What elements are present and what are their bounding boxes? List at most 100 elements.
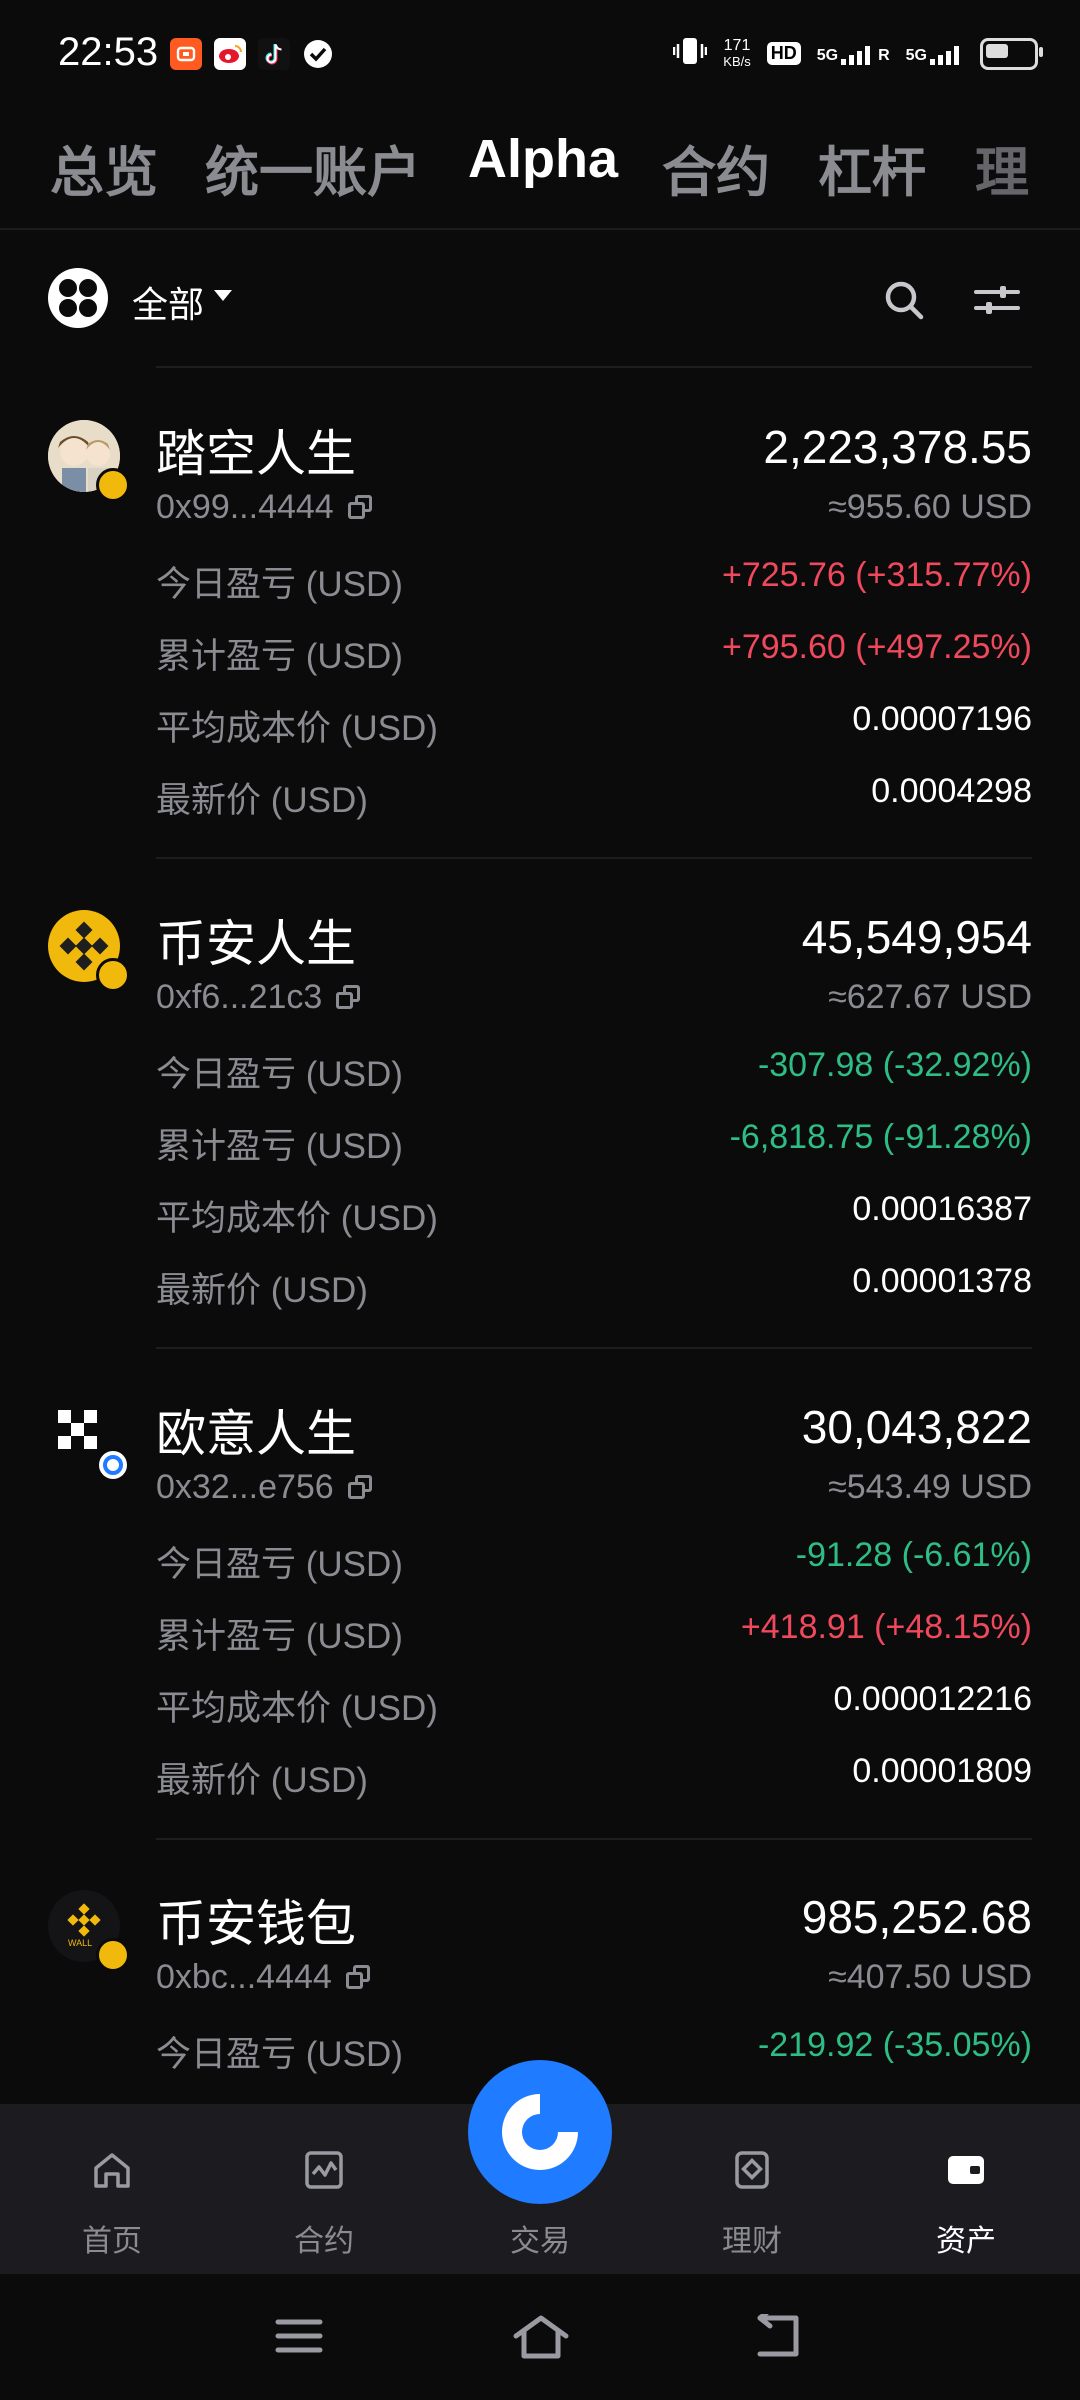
filter-settings-icon[interactable] [972, 276, 1022, 324]
weibo-icon [214, 38, 246, 70]
token-amount: 985,252.68 [801, 1891, 1032, 1943]
filter-row: 全部 [0, 250, 1080, 350]
contract-address-text: 0xf6...21c3 [156, 978, 323, 1016]
chain-badge-icon [96, 1448, 130, 1482]
row-label: 累计盈亏 (USD) [156, 637, 403, 676]
filter-dropdown-label[interactable]: 全部 [132, 276, 204, 328]
copy-icon[interactable] [347, 1474, 374, 1501]
search-icon[interactable] [880, 276, 928, 324]
nav-label: 交易 [510, 2225, 570, 2258]
copy-icon[interactable] [336, 984, 362, 1011]
menu-icon[interactable] [274, 2314, 324, 2358]
vibrate-icon [673, 36, 708, 71]
copy-icon[interactable] [345, 1964, 372, 1991]
row-value: 0.00016387 [852, 1190, 1032, 1228]
sim2-label: 5G [905, 46, 927, 64]
row-value: 0.00001378 [852, 1262, 1032, 1300]
futures-chart-icon [305, 2151, 343, 2189]
earn-icon [735, 2151, 769, 2189]
token-name: 币安人生 [156, 916, 356, 972]
avg-cost-row: 平均成本价 (USD) 0.00016387 [156, 1190, 1032, 1250]
status-indicators: 171 KB/s HD 5G R 5G [673, 36, 1043, 71]
row-value: +725.76 (+315.77%) [721, 556, 1032, 594]
signal-sim2: 5G [906, 43, 964, 65]
total-pnl-row: 累计盈亏 (USD) -6,818.75 (-91.28%) [156, 1118, 1032, 1178]
row-value: +795.60 (+497.25%) [721, 628, 1032, 666]
tab-margin[interactable]: 杠杆 [818, 128, 926, 207]
nav-assets[interactable]: 资产 [858, 2104, 1074, 2274]
row-value: 0.00007196 [852, 700, 1032, 738]
last-price-row: 最新价 (USD) 0.00001378 [156, 1262, 1032, 1322]
row-value: -91.28 (-6.61%) [795, 1536, 1032, 1574]
copy-icon[interactable] [347, 494, 374, 521]
signal-sim1: 5G R [817, 43, 890, 65]
row-value: 0.000012216 [833, 1680, 1032, 1718]
row-label: 平均成本价 (USD) [156, 1199, 438, 1238]
net-speed: 171 KB/s [723, 36, 751, 70]
contract-address[interactable]: 0x99...4444 [156, 488, 374, 527]
row-label: 累计盈亏 (USD) [156, 1127, 403, 1166]
contract-address-text: 0x99...4444 [156, 488, 334, 526]
token-usd-value: ≈407.50 USD [828, 1958, 1032, 1996]
signal-bars-icon [930, 45, 959, 65]
row-label: 累计盈亏 (USD) [156, 1617, 403, 1656]
alpha-badge-icon [96, 1938, 130, 1972]
row-label: 最新价 (USD) [156, 1271, 368, 1310]
hd-badge: HD [766, 42, 801, 65]
asset-card[interactable]: 欧意人生 0x32...e756 30,043,822 ≈543.49 USD … [0, 1364, 1080, 1844]
token-avatar [48, 420, 130, 502]
asset-card[interactable]: 币安人生 0xf6...21c3 45,549,954 ≈627.67 USD … [0, 874, 1080, 1354]
nav-futures[interactable]: 合约 [216, 2104, 432, 2274]
token-amount: 45,549,954 [801, 911, 1032, 963]
nav-label: 资产 [936, 2225, 996, 2258]
row-label: 今日盈亏 (USD) [156, 2035, 403, 2074]
row-label: 最新价 (USD) [156, 1761, 368, 1800]
row-label: 今日盈亏 (USD) [156, 565, 403, 604]
tab-alpha[interactable]: Alpha [468, 128, 618, 190]
tab-futures[interactable]: 合约 [662, 128, 770, 207]
system-nav-bar [0, 2274, 1080, 2400]
token-amount: 30,043,822 [801, 1401, 1032, 1453]
roaming-label: R [878, 46, 890, 64]
token-amount: 2,223,378.55 [763, 421, 1032, 473]
nav-earn[interactable]: 理财 [644, 2104, 860, 2274]
alpha-badge-icon [96, 958, 130, 992]
caret-down-icon[interactable] [214, 290, 232, 301]
token-avatar: WALL [48, 1890, 130, 1972]
trade-button[interactable] [468, 2060, 612, 2204]
contract-address[interactable]: 0x32...e756 [156, 1468, 374, 1507]
douyin-icon [258, 38, 290, 70]
nav-label: 合约 [294, 2225, 354, 2258]
all-assets-icon[interactable] [48, 268, 108, 328]
contract-address[interactable]: 0xbc...4444 [156, 1958, 372, 1997]
divider [156, 1838, 1032, 1840]
net-speed-value: 171 [723, 36, 751, 54]
token-usd-value: ≈955.60 USD [828, 488, 1032, 526]
token-usd-value: ≈627.67 USD [828, 978, 1032, 1016]
tab-overview[interactable]: 总览 [50, 128, 158, 207]
tab-unified-account[interactable]: 统一账户 [205, 128, 421, 207]
avg-cost-row: 平均成本价 (USD) 0.000012216 [156, 1680, 1032, 1740]
today-pnl-row: 今日盈亏 (USD) -91.28 (-6.61%) [156, 1536, 1032, 1596]
today-pnl-row: 今日盈亏 (USD) +725.76 (+315.77%) [156, 556, 1032, 616]
home-nav-icon[interactable] [512, 2314, 570, 2360]
row-label: 平均成本价 (USD) [156, 1689, 438, 1728]
tab-earn[interactable]: 理 [975, 128, 1029, 207]
sim1-label: 5G [816, 46, 839, 64]
home-icon [94, 2153, 130, 2188]
status-time: 22:53 [58, 30, 159, 74]
nav-label: 理财 [722, 2225, 782, 2258]
contract-address-text: 0xbc...4444 [156, 1958, 332, 1996]
avg-cost-row: 平均成本价 (USD) 0.00007196 [156, 700, 1032, 760]
contract-address[interactable]: 0xf6...21c3 [156, 978, 362, 1017]
total-pnl-row: 累计盈亏 (USD) +795.60 (+497.25%) [156, 628, 1032, 688]
today-pnl-row: 今日盈亏 (USD) -307.98 (-32.92%) [156, 1046, 1032, 1106]
token-name: 欧意人生 [156, 1406, 356, 1462]
back-icon[interactable] [752, 2314, 804, 2360]
divider [156, 857, 1032, 859]
asset-card[interactable]: 踏空人生 0x99...4444 2,223,378.55 ≈955.60 US… [0, 384, 1080, 864]
net-speed-unit: KB/s [723, 53, 751, 69]
alpha-badge-icon [96, 468, 130, 502]
nav-home[interactable]: 首页 [4, 2104, 220, 2274]
divider [156, 366, 1032, 368]
